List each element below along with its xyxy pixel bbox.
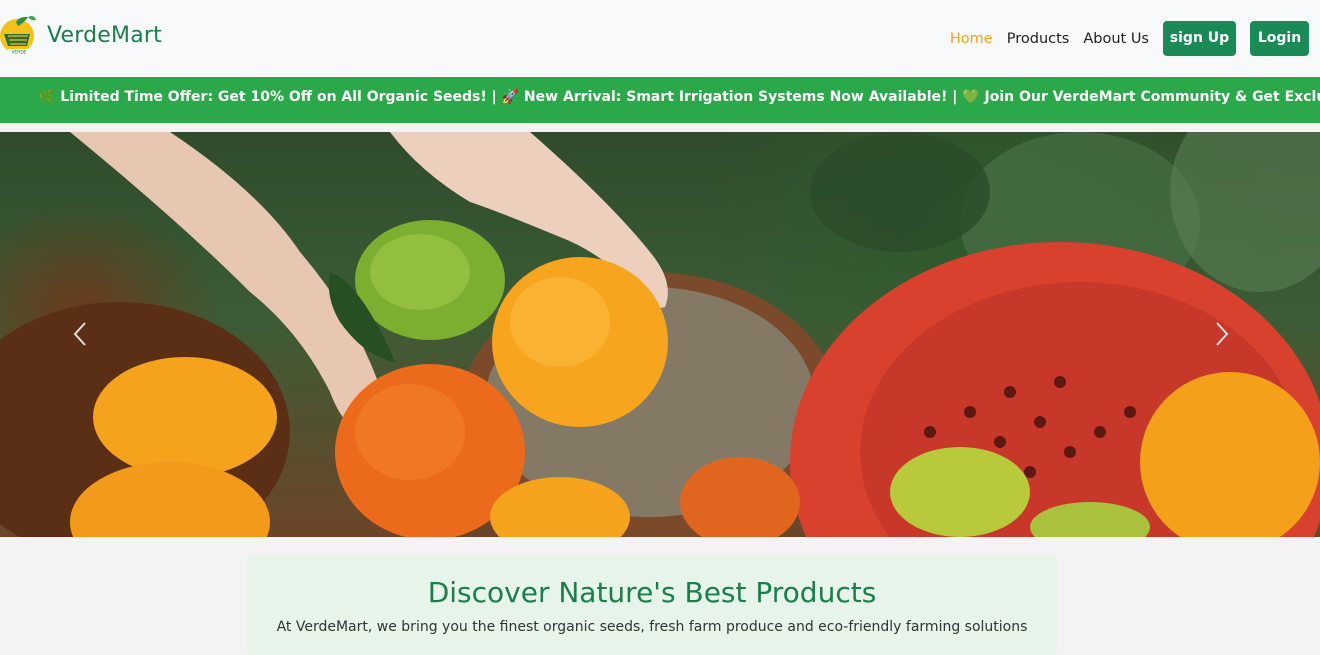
nav-home-link[interactable]: Home — [950, 22, 993, 56]
carousel-prev-button[interactable] — [70, 320, 92, 348]
brand-name: VerdeMart — [47, 22, 162, 48]
navbar: VERDE VerdeMart Home Products About Us s… — [0, 0, 1320, 77]
nav-products-link[interactable]: Products — [1007, 22, 1070, 56]
nav-about-link[interactable]: About Us — [1083, 22, 1149, 56]
logo: VERDE — [0, 14, 38, 56]
brand[interactable]: VERDE VerdeMart — [0, 14, 162, 56]
logo-text: VERDE — [11, 50, 27, 56]
announcement-ticker: 🌿 Limited Time Offer: Get 10% Off on All… — [0, 77, 1320, 123]
chevron-left-icon — [73, 322, 86, 346]
intro-title: Discover Nature's Best Products — [427, 576, 877, 609]
signup-button[interactable]: sign Up — [1163, 21, 1236, 56]
hero-carousel — [0, 132, 1320, 537]
intro-section: Discover Nature's Best Products At Verde… — [247, 555, 1057, 655]
nav-menu: Home Products About Us sign Up Login — [950, 21, 1309, 56]
carousel-next-button[interactable] — [1212, 320, 1234, 348]
intro-description: At VerdeMart, we bring you the finest or… — [276, 619, 1028, 635]
ticker-text: 🌿 Limited Time Offer: Get 10% Off on All… — [38, 89, 1320, 105]
hero-image — [0, 132, 1320, 537]
login-button[interactable]: Login — [1250, 21, 1309, 56]
chevron-right-icon — [1216, 322, 1229, 346]
